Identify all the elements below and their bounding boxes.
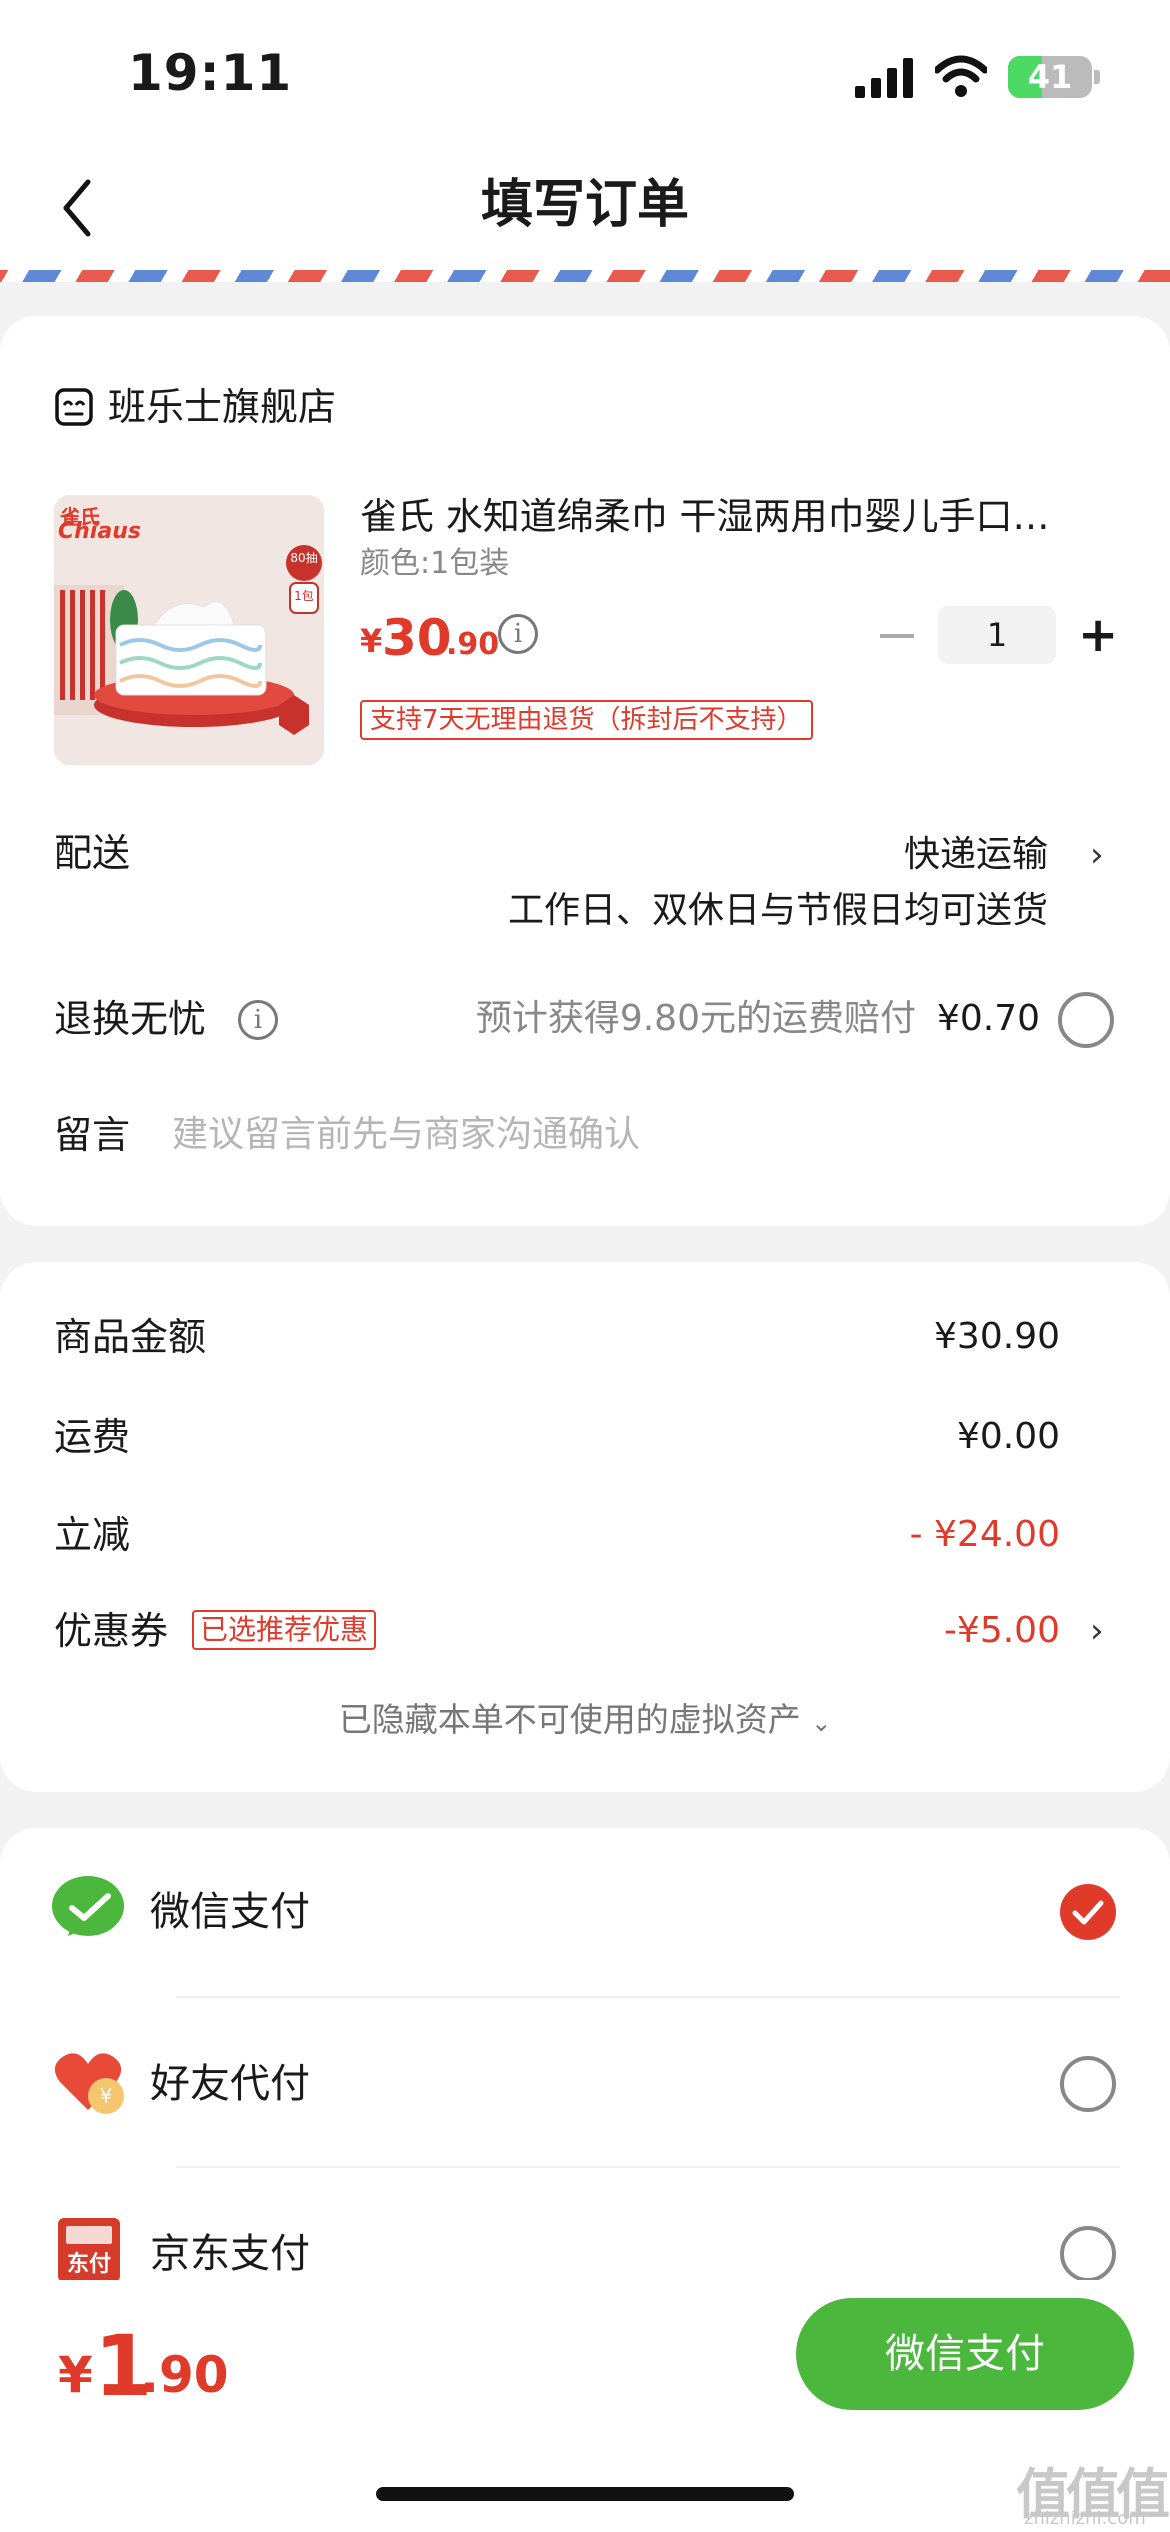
price-currency: ¥ [360, 622, 383, 660]
delivery-method[interactable]: 快递运输 [700, 830, 1048, 880]
airmail-stripe-divider [0, 270, 1170, 282]
shop-name[interactable]: 班乐士旗舰店 [108, 382, 336, 432]
worry-free-info-icon[interactable]: i [238, 1000, 278, 1040]
message-input[interactable]: 建议留言前先与商家沟通确认 [172, 1110, 1032, 1160]
payment-label-friend: 好友代付 [150, 2061, 310, 2107]
battery-tip [1094, 70, 1100, 84]
quantity-increase-button[interactable]: + [1078, 610, 1118, 660]
status-time: 19:11 [128, 44, 293, 102]
goods-amount-label: 商品金额 [54, 1315, 207, 1359]
delivery-label: 配送 [54, 831, 131, 875]
delivery-chevron-icon[interactable]: › [1090, 830, 1104, 880]
home-indicator[interactable] [376, 2487, 794, 2501]
return-policy-badge: 支持7天无理由退货（拆封后不支持） [360, 700, 813, 740]
delivery-schedule: 工作日、双休日与节假日均可送货 [507, 890, 1048, 931]
jd-pay-icon: 东付 [58, 2218, 120, 2282]
wechat-pay-button[interactable]: 微信支付 [796, 2298, 1134, 2410]
quantity-decrease-button[interactable] [880, 634, 914, 638]
payment-label-jd: 京东支付 [150, 2231, 310, 2277]
shipping-fee-value: ¥0.00 [956, 1416, 1060, 1457]
product-title[interactable]: 雀氏 水知道绵柔巾 干湿两用巾婴儿手口… [360, 492, 1100, 542]
worry-free-description: 预计获得9.80元的运费赔付 [475, 998, 916, 1039]
price-info-icon[interactable]: i [498, 614, 538, 654]
hidden-assets-text: 已隐藏本单不可使用的虚拟资产 [338, 1700, 801, 1739]
worry-free-label: 退换无忧 [54, 997, 207, 1041]
payment-radio-jd[interactable] [1060, 2226, 1116, 2282]
worry-free-radio[interactable] [1058, 992, 1114, 1048]
payment-label-wechat: 微信支付 [150, 1889, 310, 1935]
svg-text:¥: ¥ [100, 2084, 113, 2108]
wifi-icon [935, 55, 987, 97]
hidden-assets-toggle[interactable]: 已隐藏本单不可使用的虚拟资产 ⌄ [0, 1696, 1170, 1747]
pack-badge-top: 80抽 [290, 551, 318, 565]
instant-discount-label: 立减 [54, 1513, 131, 1557]
shipping-fee-label: 运费 [54, 1415, 131, 1459]
cellular-signal-icon [855, 58, 913, 98]
quantity-input[interactable]: 1 [938, 606, 1056, 664]
chevron-down-icon: ⌄ [811, 1709, 832, 1737]
friend-pay-icon: ¥ [54, 2053, 124, 2114]
message-label: 留言 [54, 1113, 131, 1157]
coupon-value[interactable]: -¥5.00 [800, 1606, 1060, 1656]
jd-pay-icon-text: 东付 [66, 2252, 111, 2277]
product-variant[interactable]: 颜色:1包装 [360, 544, 509, 584]
coupon-label: 优惠券 [54, 1609, 169, 1653]
price-integer: 30 [382, 609, 452, 667]
order-card [0, 316, 1170, 1226]
worry-free-price: ¥0.70 [936, 998, 1040, 1039]
page-title: 填写订单 [480, 175, 689, 235]
instant-discount-value: - ¥24.00 [909, 1514, 1060, 1555]
price-decimal: .90 [446, 627, 500, 662]
payment-radio-friend[interactable] [1060, 2056, 1116, 2112]
total-decimal: .90 [140, 2346, 229, 2404]
pack-badge-bottom: 1包 [294, 589, 314, 603]
brand-logo: Chiaus [58, 519, 141, 544]
wechat-pay-icon [52, 1876, 124, 1936]
coupon-badge: 已选推荐优惠 [192, 1610, 377, 1650]
watermark-url: zhizhizhi.com [1024, 2508, 1146, 2529]
payment-divider [176, 1996, 1120, 1998]
checked-circle-icon [1060, 1884, 1116, 1940]
battery-percent: 41 [1027, 58, 1073, 96]
coupon-chevron-icon[interactable]: › [1090, 1606, 1104, 1656]
goods-amount-value: ¥30.90 [934, 1316, 1060, 1357]
product-image[interactable]: 雀氏 Chiaus 80抽 1包 [54, 495, 324, 765]
total-currency: ¥ [58, 2346, 93, 2404]
shop-icon [55, 388, 93, 426]
payment-divider [176, 2166, 1120, 2168]
battery-icon: 41 [1008, 56, 1092, 98]
